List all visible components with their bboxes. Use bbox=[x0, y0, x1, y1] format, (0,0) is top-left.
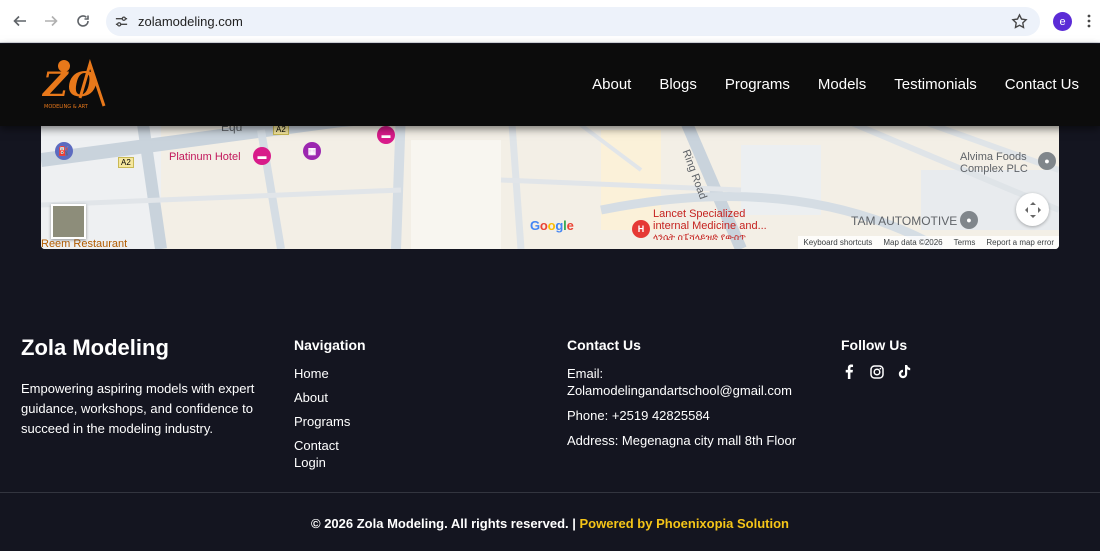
facebook-icon[interactable] bbox=[841, 364, 856, 379]
svg-text:MODELING & ART: MODELING & ART bbox=[44, 104, 89, 110]
instagram-icon[interactable] bbox=[869, 364, 884, 379]
expand-arrows-icon bbox=[1024, 201, 1041, 218]
footer-link-login[interactable]: Login bbox=[294, 454, 366, 471]
contact-email[interactable]: Zolamodelingandartschool@gmail.com bbox=[567, 382, 796, 399]
map-place-label[interactable]: Alvima Foods bbox=[960, 151, 1027, 163]
nav-about[interactable]: About bbox=[592, 76, 631, 93]
street-view-thumbnail[interactable] bbox=[51, 204, 86, 239]
tiktok-icon[interactable] bbox=[897, 364, 912, 379]
map-place-label[interactable]: Reem Restaurant bbox=[41, 238, 127, 249]
footer-link-programs[interactable]: Programs bbox=[294, 413, 366, 430]
copyright-text: © 2026 Zola Modeling. All rights reserve… bbox=[311, 516, 576, 531]
keyboard-shortcuts-link[interactable]: Keyboard shortcuts bbox=[803, 238, 872, 249]
report-map-error-link[interactable]: Report a map error bbox=[986, 238, 1054, 249]
nav-models[interactable]: Models bbox=[818, 76, 866, 93]
forward-button[interactable] bbox=[41, 11, 61, 31]
map-attribution: Keyboard shortcuts Map data ©2026 Terms … bbox=[798, 236, 1059, 249]
map-road-shield: A2 bbox=[118, 157, 134, 168]
arrow-right-icon bbox=[45, 15, 58, 27]
footer-follow-title: Follow Us bbox=[841, 337, 908, 353]
map-place-label[interactable]: Complex PLC bbox=[960, 163, 1028, 175]
site-header: ZO MODELING & ART About Blogs Programs M… bbox=[0, 44, 1100, 126]
footer-link-home[interactable]: Home bbox=[294, 365, 366, 382]
main-navigation: About Blogs Programs Models Testimonials… bbox=[592, 76, 1079, 93]
back-button[interactable] bbox=[10, 11, 30, 31]
hospital-icon[interactable]: H bbox=[632, 220, 650, 238]
arrow-left-icon bbox=[13, 15, 26, 27]
fuel-station-icon[interactable]: ⛽ bbox=[55, 142, 73, 160]
map-place-label[interactable]: internal Medicine and... bbox=[653, 220, 767, 232]
contact-address: Address: Megenagna city mall 8th Floor bbox=[567, 433, 797, 448]
place-pin-icon[interactable]: ● bbox=[1038, 152, 1056, 170]
footer-contact-title: Contact Us bbox=[567, 337, 641, 353]
powered-by-link[interactable]: Powered by Phoenixopia Solution bbox=[580, 516, 789, 531]
footer-brand: Zola Modeling Empowering aspiring models… bbox=[21, 335, 261, 439]
nav-programs[interactable]: Programs bbox=[725, 76, 790, 93]
address-bar[interactable]: zolamodeling.com bbox=[106, 7, 1040, 36]
footer-navigation-title: Navigation bbox=[294, 337, 366, 353]
site-settings-icon[interactable] bbox=[114, 14, 129, 29]
footer-link-contact[interactable]: Contact bbox=[294, 437, 366, 454]
map-place-label[interactable]: ላንሴት ስፔሻላይዝድ የውስጥ bbox=[653, 232, 746, 243]
footer-navigation: Navigation Home About Programs Contact L… bbox=[294, 335, 366, 478]
contact-phone: Phone: +2519 42825584 bbox=[567, 408, 710, 423]
reload-button[interactable] bbox=[73, 11, 93, 31]
footer-contact: Contact Us Email: Zolamodelingandartscho… bbox=[567, 335, 796, 449]
profile-avatar[interactable]: e bbox=[1053, 12, 1072, 31]
map-fullscreen-button[interactable] bbox=[1016, 193, 1049, 226]
menu-kebab-icon[interactable] bbox=[1086, 13, 1092, 29]
map-place-label[interactable]: TAM AUTOMOTIVE bbox=[851, 214, 957, 228]
footer-copyright: © 2026 Zola Modeling. All rights reserve… bbox=[0, 516, 1100, 531]
hotel-icon[interactable]: ▬ bbox=[253, 147, 271, 165]
contact-email-label: Email: bbox=[567, 366, 604, 381]
browser-toolbar: zolamodeling.com e bbox=[0, 0, 1100, 43]
footer-brand-title: Zola Modeling bbox=[21, 335, 169, 360]
zola-logo[interactable]: ZO MODELING & ART bbox=[42, 56, 106, 110]
google-logo: Google bbox=[530, 218, 574, 233]
map-place-label[interactable]: Platinum Hotel bbox=[169, 151, 241, 163]
reload-icon bbox=[77, 15, 89, 27]
nav-blogs[interactable]: Blogs bbox=[659, 76, 697, 93]
footer-link-about[interactable]: About bbox=[294, 389, 366, 406]
place-pin-icon[interactable]: ● bbox=[960, 211, 978, 229]
hotel-icon[interactable]: ▬ bbox=[377, 126, 395, 144]
footer-follow: Follow Us bbox=[841, 335, 912, 379]
url-text[interactable]: zolamodeling.com bbox=[138, 14, 243, 29]
map-data-text: Map data ©2026 bbox=[883, 238, 943, 247]
nav-contact-us[interactable]: Contact Us bbox=[1005, 76, 1079, 93]
map-place-label[interactable]: Lancet Specialized bbox=[653, 208, 745, 220]
footer-divider bbox=[0, 492, 1100, 493]
embedded-map[interactable]: Equ A2 A2 ⛽ Platinum Hotel ▬ ▦ ▬ Ring Ro… bbox=[41, 110, 1059, 249]
bookmark-star-icon[interactable] bbox=[1011, 13, 1028, 30]
footer-brand-description: Empowering aspiring models with expert g… bbox=[21, 381, 255, 436]
nav-testimonials[interactable]: Testimonials bbox=[894, 76, 977, 93]
terms-link[interactable]: Terms bbox=[954, 238, 976, 249]
building-icon[interactable]: ▦ bbox=[303, 142, 321, 160]
